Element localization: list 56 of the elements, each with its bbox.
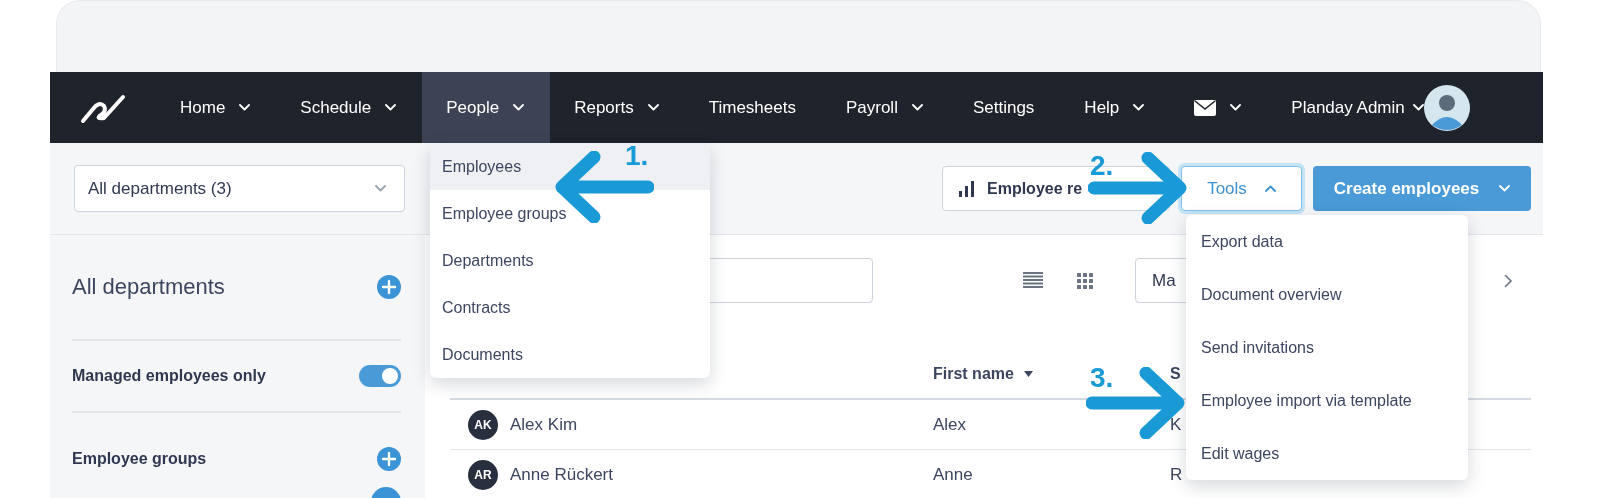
bar-chart-icon — [959, 180, 975, 197]
step-number: 3. — [1090, 362, 1114, 394]
add-button[interactable] — [371, 487, 401, 498]
caret-icon — [375, 185, 386, 192]
column-header[interactable]: S — [1170, 365, 1181, 383]
caret-icon — [1230, 104, 1242, 111]
table-cell: Alex — [933, 414, 967, 434]
caret-icon — [1264, 185, 1276, 192]
menu-item[interactable]: Contracts — [430, 284, 710, 331]
nav-item[interactable]: People — [422, 72, 551, 143]
menu-item[interactable]: Employee import via template — [1186, 374, 1468, 427]
caret-icon — [385, 104, 397, 111]
nav-item[interactable]: Help — [1060, 72, 1171, 143]
chevron-right-icon[interactable] — [1504, 273, 1513, 288]
caret-icon — [239, 104, 251, 111]
menu-item[interactable]: Departments — [430, 237, 710, 284]
add-icon[interactable] — [377, 447, 401, 471]
table-cell: Anne Rückert — [510, 464, 613, 485]
sort-icon — [1023, 371, 1033, 377]
sidebar-title: All departments — [72, 274, 225, 300]
table-cell: Anne — [933, 464, 973, 484]
menu-item[interactable]: Document overview — [1186, 268, 1468, 321]
caret-icon — [513, 104, 525, 111]
list-view-icon[interactable] — [1023, 272, 1043, 289]
caret-icon — [1133, 104, 1145, 111]
menu-item[interactable]: Send invitations — [1186, 321, 1468, 374]
caret-icon — [1412, 104, 1424, 111]
caret-icon — [1499, 185, 1511, 192]
menu-item[interactable]: Edit wages — [1186, 427, 1468, 480]
table-cell: K — [1170, 414, 1182, 434]
caret-icon — [911, 104, 923, 111]
toggle-switch[interactable] — [359, 365, 401, 387]
user-menu[interactable]: Planday Admin — [1267, 72, 1424, 143]
column-header[interactable]: First name — [933, 365, 1033, 383]
table-cell: Alex Kim — [510, 414, 578, 435]
nav-item[interactable]: Home — [156, 72, 277, 143]
avatar-icon[interactable] — [1423, 84, 1470, 131]
table-cell: R — [1170, 464, 1183, 484]
nav-item[interactable]: Payroll — [821, 72, 949, 143]
nav-item[interactable]: Settings — [948, 72, 1061, 143]
mail-icon — [1194, 99, 1217, 116]
initials-avatar: AR — [468, 459, 498, 490]
nav-item[interactable]: Reports — [550, 72, 685, 143]
nav-item[interactable]: Timesheets — [684, 72, 822, 143]
grid-view-icon[interactable] — [1077, 272, 1093, 289]
nav-item[interactable]: Schedule — [276, 72, 423, 143]
department-select[interactable]: All departments (3) — [74, 165, 405, 212]
section-label: Employee groups — [72, 450, 207, 468]
step-number: 1. — [625, 140, 649, 172]
menu-item[interactable]: Employee groups — [430, 190, 710, 237]
caret-icon — [647, 104, 659, 111]
add-icon[interactable] — [377, 275, 401, 299]
menu-item[interactable]: Documents — [430, 331, 710, 378]
menu-item[interactable]: Export data — [1186, 215, 1468, 268]
initials-avatar: AK — [468, 409, 498, 440]
toggle-label: Managed employees only — [72, 367, 266, 385]
